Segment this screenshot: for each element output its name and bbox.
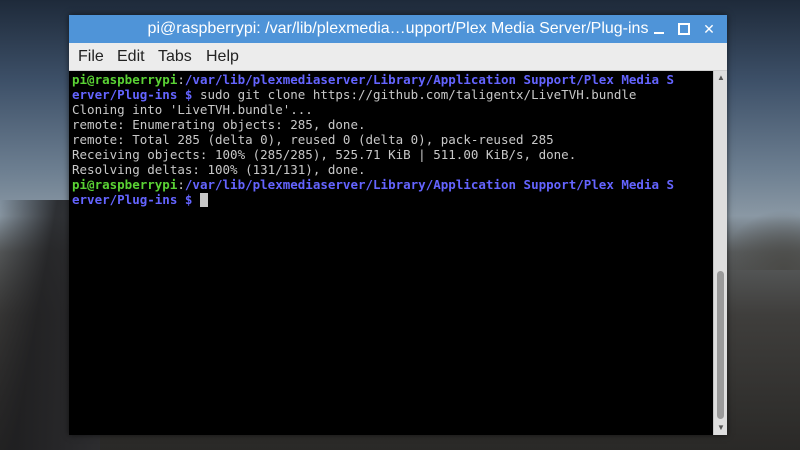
terminal-line: Cloning into 'LiveTVH.bundle'... (72, 102, 713, 117)
terminal-line: pi@raspberrypi:/var/lib/plexmediaserver/… (72, 72, 713, 87)
line-text: remote: Enumerating objects: 285, done. (72, 117, 366, 132)
menu-help[interactable]: Help (206, 43, 239, 71)
prompt-separator: : (177, 72, 185, 87)
menu-file[interactable]: File (78, 43, 104, 71)
terminal-output[interactable]: pi@raspberrypi:/var/lib/plexmediaserver/… (69, 71, 713, 435)
close-icon: ✕ (703, 21, 715, 37)
menu-edit[interactable]: Edit (117, 43, 145, 71)
window-title: pi@raspberrypi: /var/lib/plexmedia…uppor… (147, 20, 649, 37)
line-text (192, 192, 200, 207)
terminal-line: erver/Plug-ins $ (72, 192, 713, 207)
prompt-separator: : (177, 177, 185, 192)
terminal-line: Receiving objects: 100% (285/285), 525.7… (72, 147, 713, 162)
minimize-icon (654, 32, 664, 34)
maximize-icon (678, 23, 690, 35)
prompt-user: pi@raspberrypi (72, 177, 178, 192)
menu-bar: File Edit Tabs Help (69, 43, 727, 71)
terminal-window: pi@raspberrypi: /var/lib/plexmedia…uppor… (69, 15, 727, 435)
prompt-path: erver/Plug-ins $ (72, 192, 193, 207)
terminal-line: remote: Enumerating objects: 285, done. (72, 117, 713, 132)
line-text: Cloning into 'LiveTVH.bundle'... (72, 102, 313, 117)
vertical-scrollbar[interactable]: ▲ ▼ (713, 71, 727, 435)
line-text: sudo git clone https://github.com/talige… (192, 87, 637, 102)
close-button[interactable]: ✕ (702, 22, 716, 36)
text-cursor (199, 193, 208, 207)
title-bar[interactable]: pi@raspberrypi: /var/lib/plexmedia…uppor… (69, 15, 727, 43)
scroll-down-icon[interactable]: ▼ (716, 423, 726, 433)
line-text: remote: Total 285 (delta 0), reused 0 (d… (72, 132, 554, 147)
prompt-path: /var/lib/plexmediaserver/Library/Applica… (184, 72, 675, 87)
terminal-line: pi@raspberrypi:/var/lib/plexmediaserver/… (72, 177, 713, 192)
prompt-path: erver/Plug-ins $ (72, 87, 193, 102)
menu-tabs[interactable]: Tabs (158, 43, 192, 71)
line-text: Receiving objects: 100% (285/285), 525.7… (72, 147, 577, 162)
minimize-button[interactable] (652, 22, 666, 36)
prompt-user: pi@raspberrypi (72, 72, 178, 87)
line-text: Resolving deltas: 100% (131/131), done. (72, 162, 366, 177)
prompt-path: /var/lib/plexmediaserver/Library/Applica… (184, 177, 675, 192)
scrollbar-thumb[interactable] (717, 271, 724, 419)
terminal-line: erver/Plug-ins $ sudo git clone https://… (72, 87, 713, 102)
wallpaper-hill (720, 210, 800, 270)
scroll-up-icon[interactable]: ▲ (716, 73, 726, 83)
terminal-line: remote: Total 285 (delta 0), reused 0 (d… (72, 132, 713, 147)
terminal-line: Resolving deltas: 100% (131/131), done. (72, 162, 713, 177)
maximize-button[interactable] (677, 22, 691, 36)
